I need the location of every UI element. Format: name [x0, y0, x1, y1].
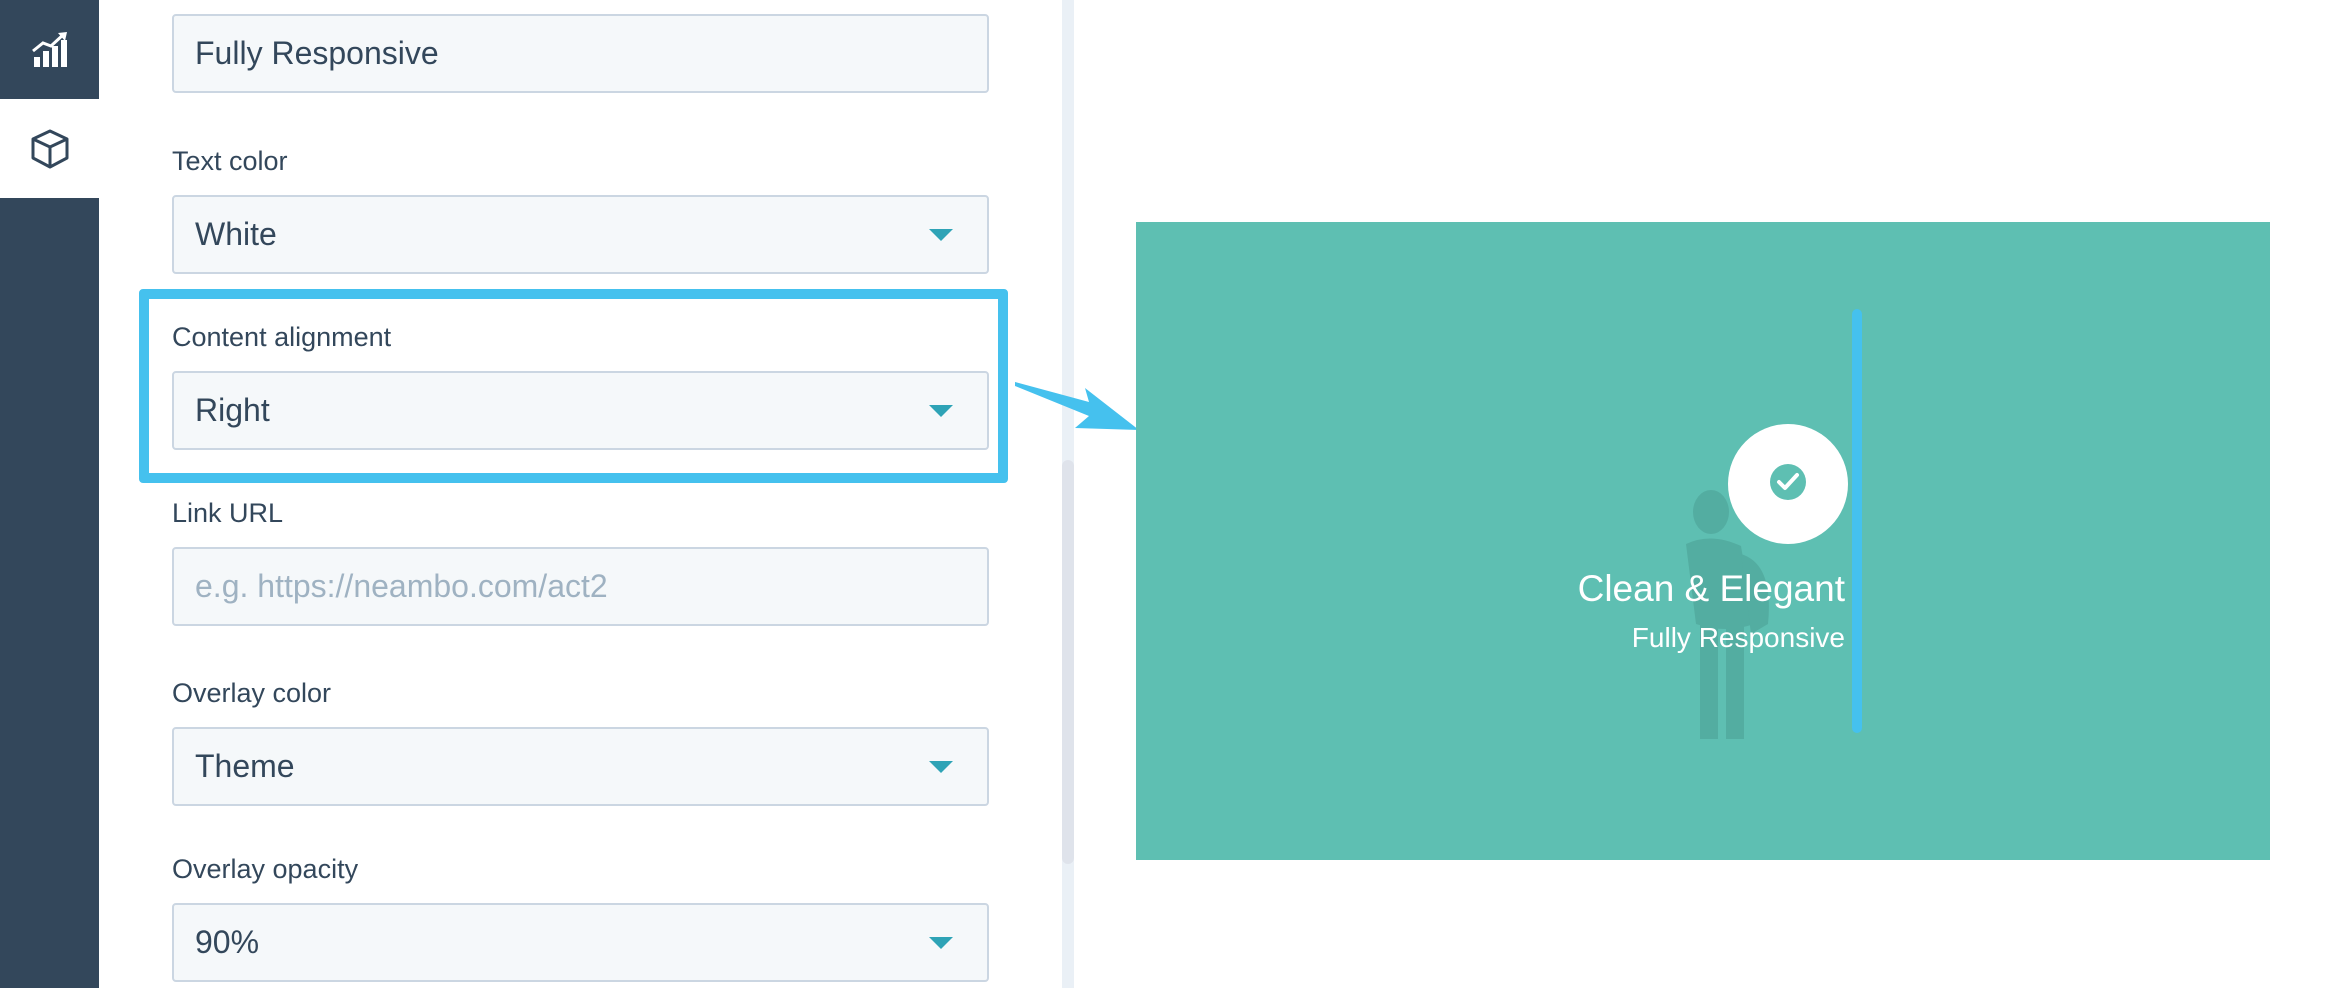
- module-box-icon: [29, 128, 71, 170]
- overlay-color-value: Theme: [195, 748, 295, 784]
- content-alignment-select[interactable]: Right: [172, 371, 989, 450]
- pointer-arrow-icon: [1013, 378, 1143, 443]
- check-badge: [1728, 424, 1848, 544]
- chevron-down-icon: [929, 760, 953, 773]
- scrollbar-thumb[interactable]: [1062, 460, 1074, 864]
- preview-title: Clean & Elegant: [1577, 568, 1845, 609]
- overlay-color-label: Overlay color: [172, 678, 332, 708]
- left-sidebar: [0, 0, 99, 988]
- link-url-placeholder: e.g. https://neambo.com/act2: [195, 568, 608, 604]
- overlay-color-select[interactable]: Theme: [172, 727, 989, 806]
- check-circle-icon: [1769, 463, 1807, 506]
- chevron-down-icon: [929, 404, 953, 417]
- sidebar-item-analytics[interactable]: [0, 0, 99, 99]
- overlay-opacity-label: Overlay opacity: [172, 854, 359, 884]
- link-url-label: Link URL: [172, 498, 284, 528]
- chevron-down-icon: [929, 936, 953, 949]
- subtitle-field[interactable]: Fully Responsive: [172, 14, 989, 93]
- overlay-opacity-value: 90%: [195, 924, 260, 960]
- content-alignment-label: Content alignment: [172, 322, 392, 352]
- sidebar-item-modules[interactable]: [0, 99, 99, 198]
- subtitle-field-value: Fully Responsive: [195, 35, 439, 71]
- preview-subtitle: Fully Responsive: [1631, 622, 1845, 653]
- content-alignment-value: Right: [195, 392, 270, 428]
- chevron-down-icon: [929, 228, 953, 241]
- text-color-value: White: [195, 216, 277, 252]
- text-color-select[interactable]: White: [172, 195, 989, 274]
- module-preview: Clean & Elegant Fully Responsive: [1136, 222, 2270, 860]
- alignment-indicator-line: [1852, 309, 1862, 733]
- text-color-label: Text color: [172, 146, 288, 176]
- link-url-input[interactable]: e.g. https://neambo.com/act2: [172, 547, 989, 626]
- overlay-opacity-select[interactable]: 90%: [172, 903, 989, 982]
- analytics-chart-icon: [31, 31, 69, 69]
